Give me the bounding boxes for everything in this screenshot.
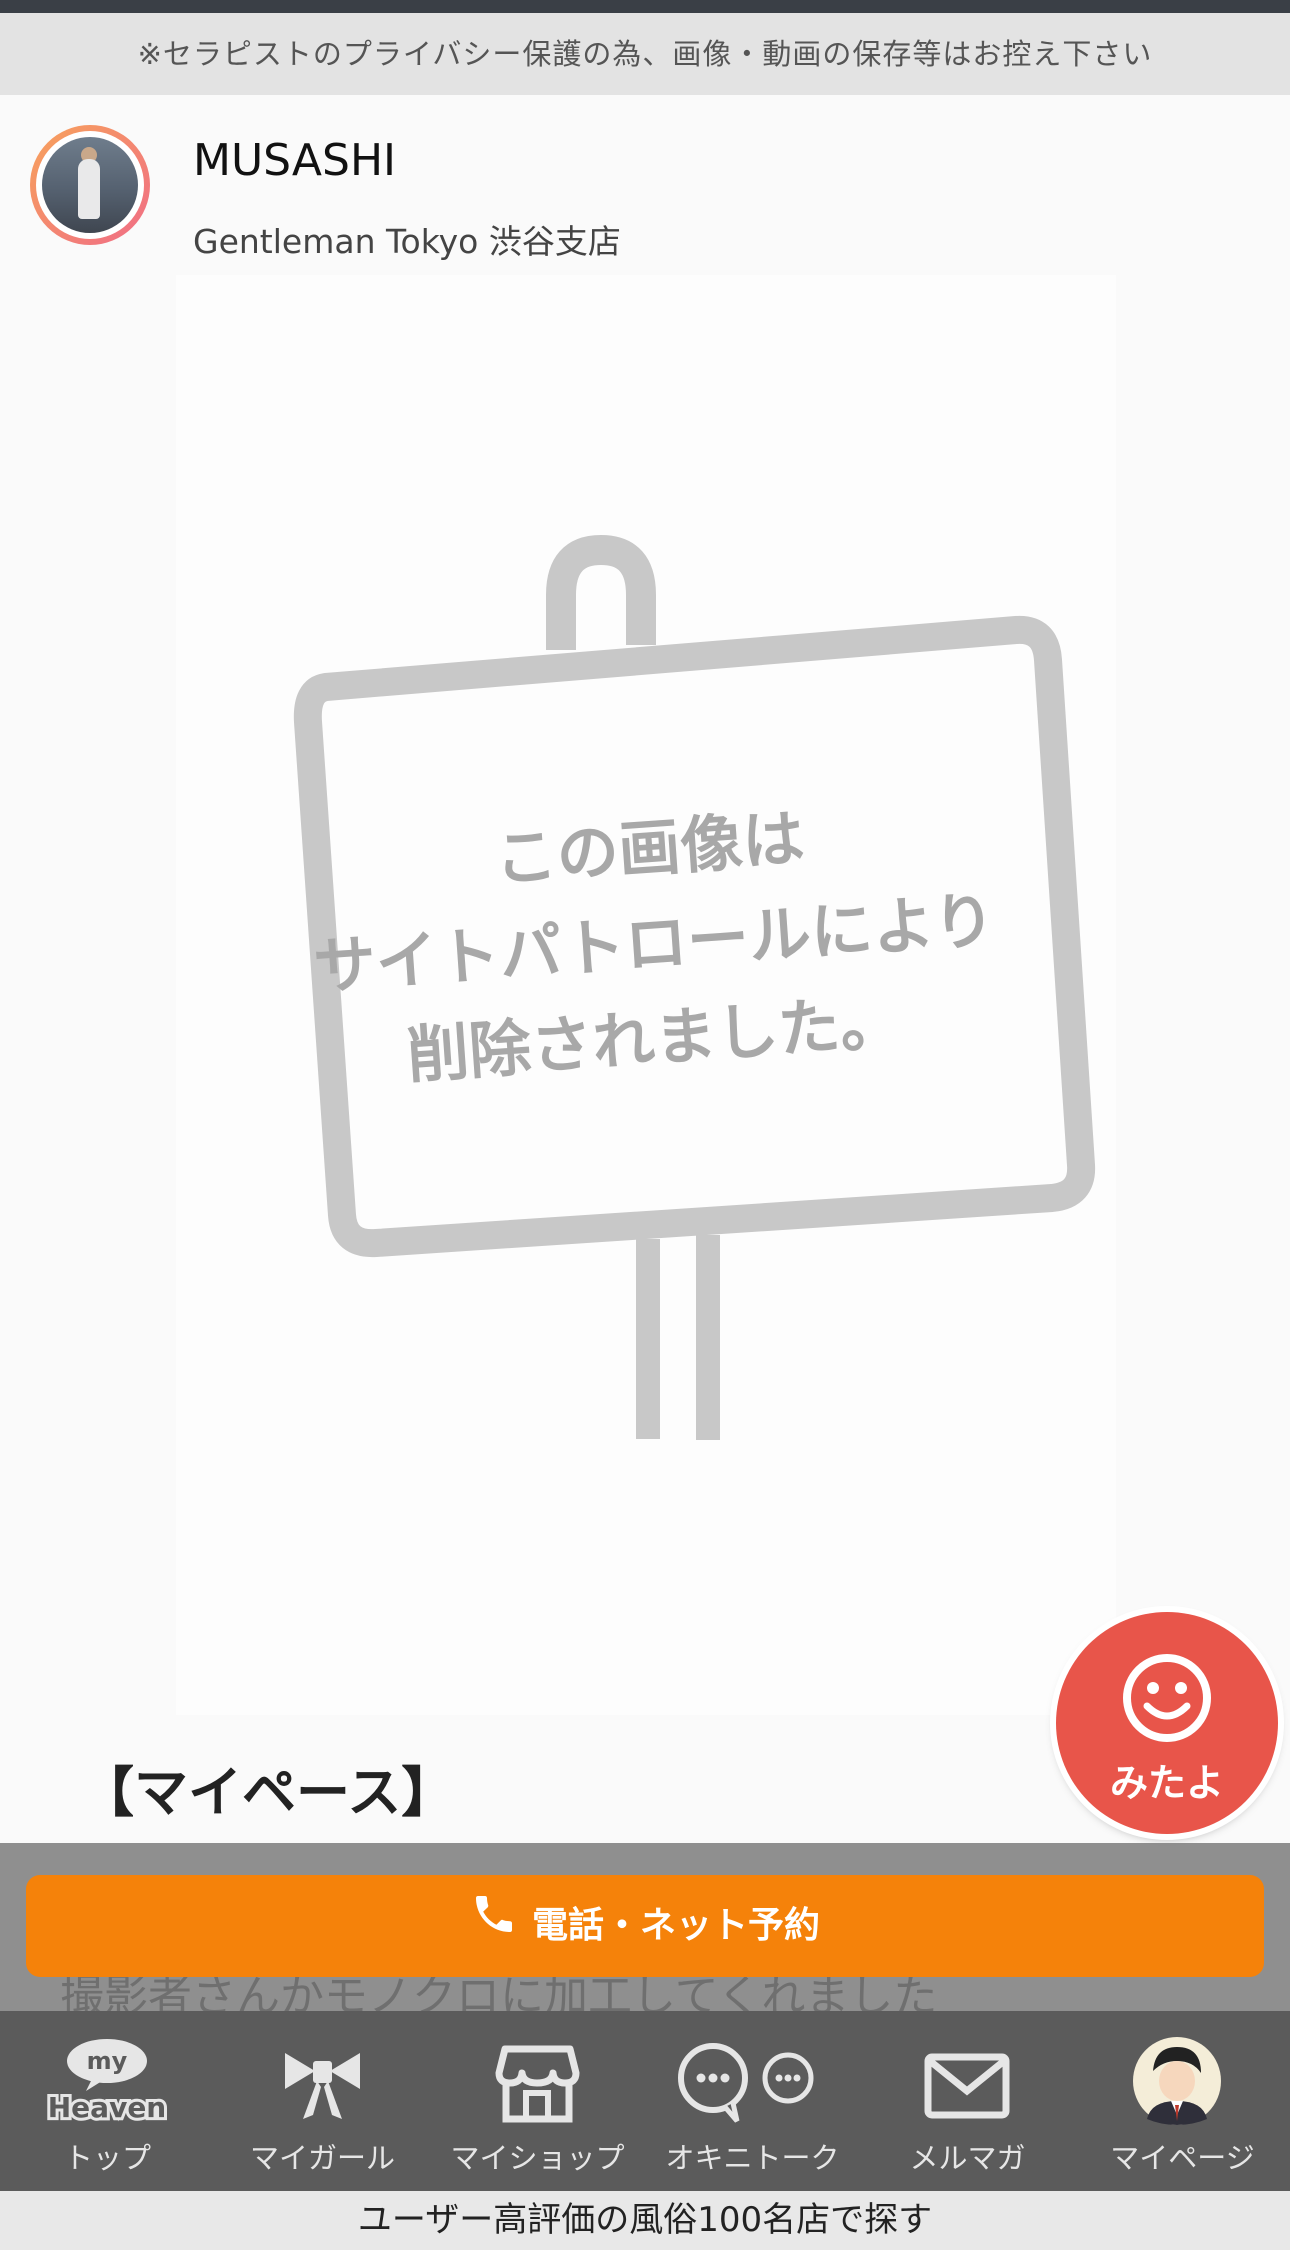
my-heaven-logo-icon: my Heaven — [0, 2031, 215, 2131]
mail-icon — [860, 2031, 1075, 2131]
tab-mypage[interactable]: マイページ — [1075, 2011, 1290, 2191]
reserve-label: 電話・ネット予約 — [531, 1905, 820, 1946]
shop-icon — [430, 2031, 645, 2131]
bottom-tab-bar: my Heaven トップ マイガール マイショップ オキニトーク メルマガ マ… — [0, 2011, 1290, 2191]
smile-icon — [1123, 1654, 1211, 1742]
tab-mailmag[interactable]: メルマガ — [860, 2011, 1075, 2191]
phone-icon — [470, 1876, 518, 1978]
svg-text:my: my — [87, 2047, 128, 2075]
svg-text:Heaven: Heaven — [48, 2091, 167, 2124]
post-image-removed: この画像は サイトパトロールにより 削除されました。 — [176, 275, 1116, 1715]
tab-label: マイガール — [249, 2141, 395, 2175]
privacy-notice: ※セラピストのプライバシー保護の為、画像・動画の保存等はお控え下さい — [0, 13, 1290, 95]
removed-sign-illustration: この画像は サイトパトロールにより 削除されました。 — [293, 535, 1096, 1440]
status-bar — [0, 0, 1290, 13]
tab-label: トップ — [63, 2141, 151, 2175]
profile-header: MUSASHI Gentleman Tokyo 渋谷支店 — [0, 95, 1290, 275]
user-avatar-icon — [1075, 2031, 1290, 2131]
ribbon-icon — [215, 2031, 430, 2131]
removed-line-1: この画像は — [492, 801, 806, 895]
therapist-avatar[interactable] — [30, 125, 150, 245]
mitayo-button[interactable]: みたよ — [1056, 1612, 1278, 1834]
tab-okini-talk[interactable]: オキニトーク — [645, 2011, 860, 2191]
tab-label: マイショップ — [450, 2141, 625, 2175]
tab-mygirl[interactable]: マイガール — [215, 2011, 430, 2191]
post-title: 【マイペース】 — [80, 1761, 456, 1824]
mitayo-label: みたよ — [1109, 1761, 1224, 1805]
tab-label: メルマガ — [909, 2141, 1026, 2175]
footer-link[interactable]: ユーザー高評価の風俗100名店で探す — [0, 2191, 1290, 2250]
avatar-photo — [42, 137, 138, 233]
tab-top[interactable]: my Heaven トップ — [0, 2011, 215, 2191]
reserve-button[interactable]: 電話・ネット予約 — [26, 1875, 1264, 1977]
chat-bubbles-icon — [645, 2031, 860, 2131]
tab-label: マイページ — [1110, 2141, 1255, 2175]
tab-myshop[interactable]: マイショップ — [430, 2011, 645, 2191]
therapist-name[interactable]: MUSASHI — [193, 135, 396, 186]
removed-line-3: 削除されました。 — [405, 985, 905, 1092]
shop-name[interactable]: Gentleman Tokyo 渋谷支店 — [193, 215, 621, 263]
tab-label: オキニトーク — [665, 2141, 840, 2175]
